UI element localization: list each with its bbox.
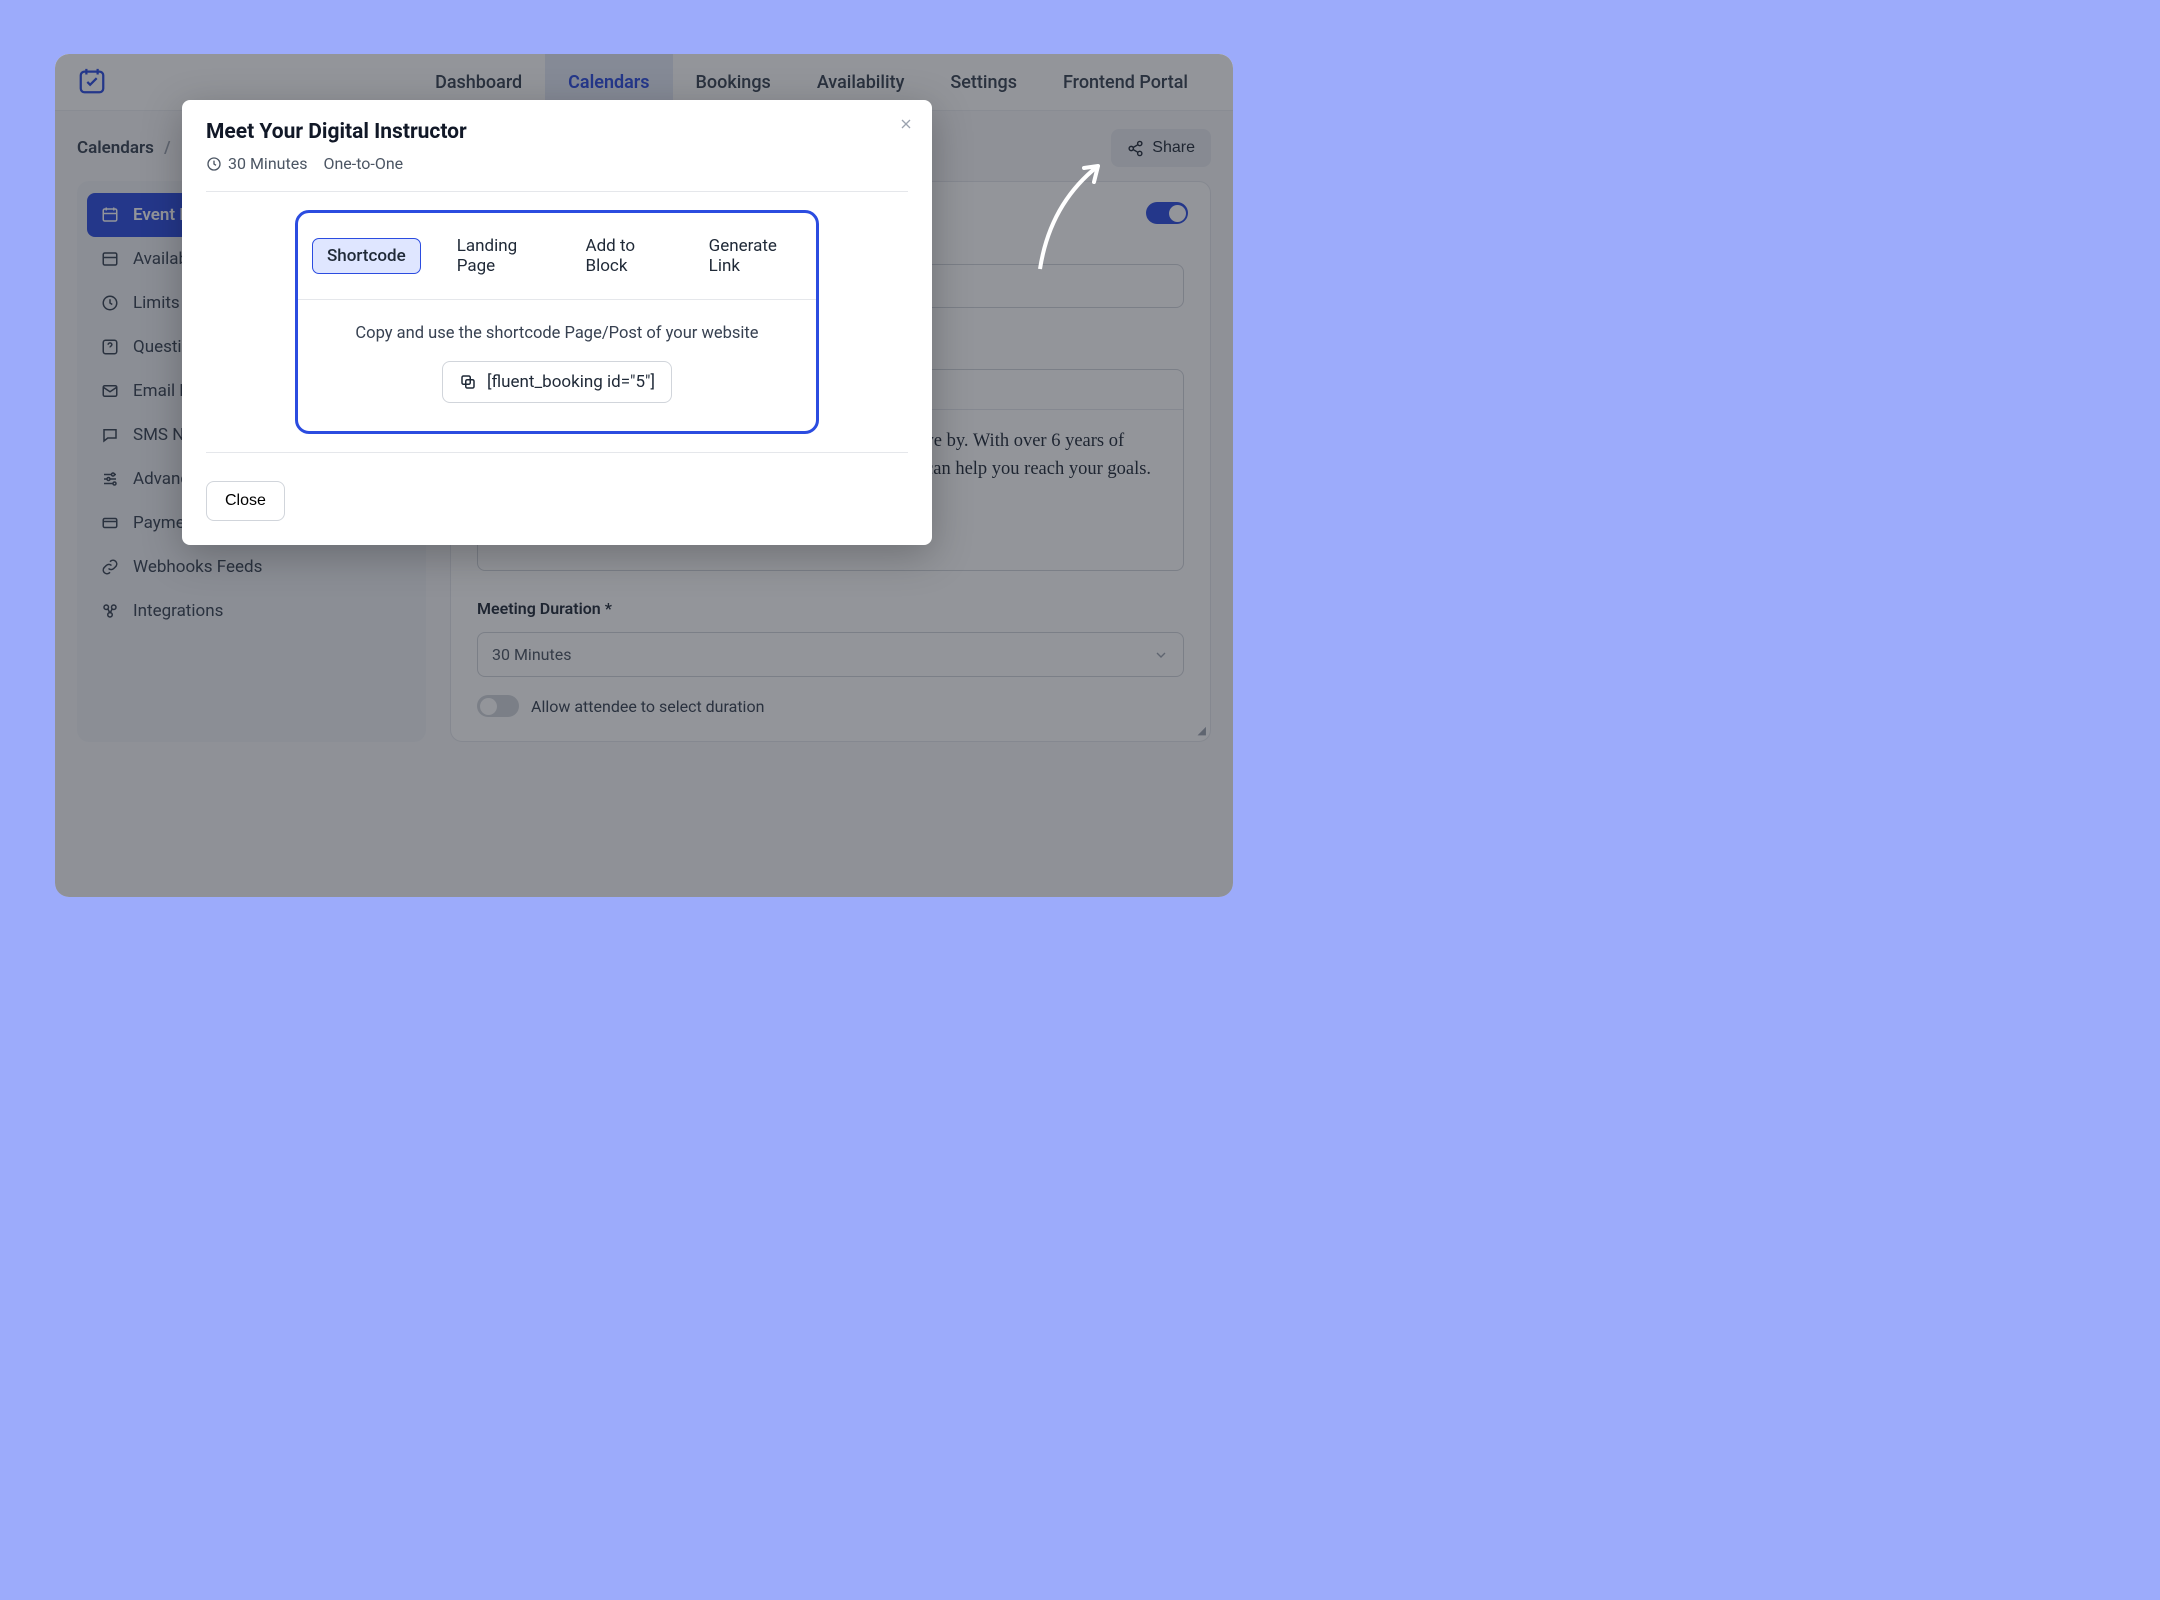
share-modal: Meet Your Digital Instructor 30 Minutes … — [182, 100, 932, 545]
share-tab-body: Copy and use the shortcode Page/Post of … — [298, 300, 816, 431]
copy-icon — [459, 373, 477, 391]
modal-title: Meet Your Digital Instructor — [206, 120, 908, 144]
divider — [206, 191, 908, 192]
tab-add-to-block[interactable]: Add to Block — [572, 229, 673, 283]
clock-icon — [206, 156, 222, 172]
modal-close-footer-button[interactable]: Close — [206, 481, 285, 521]
shortcode-copy-chip[interactable]: [fluent_booking id="5"] — [442, 361, 672, 403]
divider — [206, 452, 908, 453]
shortcode-instruction: Copy and use the shortcode Page/Post of … — [314, 324, 800, 343]
modal-subtitle: 30 Minutes One-to-One — [206, 154, 908, 173]
modal-duration: 30 Minutes — [228, 154, 307, 173]
tab-generate-link[interactable]: Generate Link — [695, 229, 802, 283]
tab-shortcode[interactable]: Shortcode — [312, 238, 421, 274]
modal-close-button[interactable] — [898, 116, 914, 132]
share-tabs-frame: Shortcode Landing Page Add to Block Gene… — [295, 210, 819, 434]
shortcode-value: [fluent_booking id="5"] — [487, 372, 655, 392]
share-tabs: Shortcode Landing Page Add to Block Gene… — [298, 213, 816, 300]
modal-type: One-to-One — [323, 154, 403, 173]
tab-landing-page[interactable]: Landing Page — [443, 229, 550, 283]
